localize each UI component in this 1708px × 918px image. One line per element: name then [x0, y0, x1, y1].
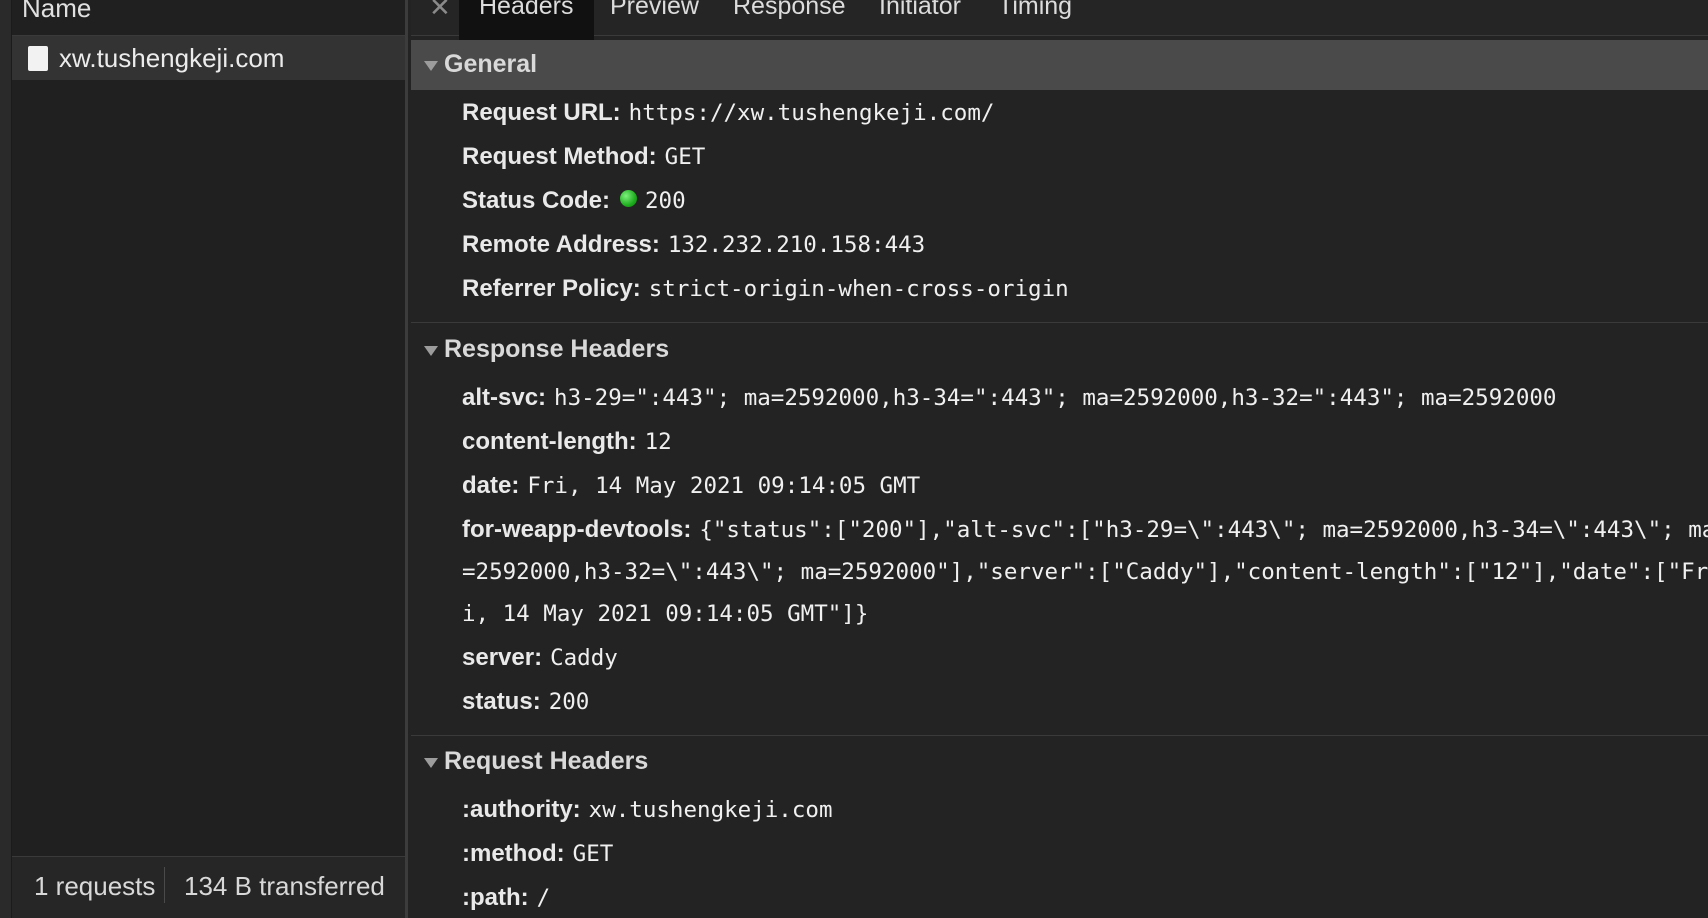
- header-key: for-weapp-devtools:: [462, 516, 692, 543]
- network-summary-bar: 1 requests 134 B transferred: [12, 856, 405, 918]
- header-value: 12: [644, 429, 672, 455]
- details-tab-bar: ✕ Headers Preview Response Initiator Tim…: [411, 0, 1708, 42]
- tab-preview[interactable]: Preview: [610, 0, 699, 21]
- request-header-row: :authority: xw.tushengkeji.com: [462, 795, 833, 825]
- section-divider: [411, 735, 1708, 736]
- tab-headers-label: Headers: [479, 0, 574, 20]
- header-key: Request Method:: [462, 143, 657, 170]
- tab-timing[interactable]: Timing: [998, 0, 1072, 21]
- header-key: :authority:: [462, 796, 581, 823]
- section-title: Request Headers: [444, 747, 649, 775]
- response-header-row: server: Caddy: [462, 643, 618, 673]
- general-row: Request Method: GET: [462, 142, 705, 172]
- tab-initiator[interactable]: Initiator: [879, 0, 961, 21]
- request-details-pane: ✕ Headers Preview Response Initiator Tim…: [411, 0, 1708, 918]
- general-row: Status Code: 200: [462, 186, 686, 216]
- expand-triangle-icon: [424, 758, 438, 768]
- section-title: Response Headers: [444, 335, 670, 363]
- general-row: Remote Address: 132.232.210.158:443: [462, 230, 925, 260]
- header-key: alt-svc:: [462, 384, 547, 411]
- header-key: Request URL:: [462, 99, 621, 126]
- section-divider: [411, 322, 1708, 323]
- document-icon: [28, 46, 48, 71]
- tab-headers[interactable]: Headers: [459, 0, 594, 42]
- response-header-row: alt-svc: h3-29=":443"; ma=2592000,h3-34="…: [462, 383, 1556, 413]
- expand-triangle-icon: [424, 61, 438, 71]
- response-header-row: for-weapp-devtools: {"status":["200"],"al…: [462, 515, 1708, 545]
- header-key: status:: [462, 688, 541, 715]
- window-left-edge: [0, 0, 12, 918]
- expand-triangle-icon: [424, 346, 438, 356]
- response-headers-section-header[interactable]: Response Headers: [411, 325, 1708, 375]
- header-key: :method:: [462, 840, 565, 867]
- header-value-continuation: =2592000,h3-32=\":443\"; ma=2592000"],"s…: [462, 559, 1708, 585]
- transferred-size: 134 B transferred: [184, 871, 385, 901]
- header-value: GET: [664, 144, 706, 170]
- header-value: h3-29=":443"; ma=2592000,h3-34=":443"; m…: [554, 385, 1557, 411]
- status-ok-icon: [620, 190, 638, 207]
- request-list-pane: Name xw.tushengkeji.com 1 requests 134 B…: [12, 0, 408, 918]
- response-header-row: status: 200: [462, 687, 589, 717]
- header-value: strict-origin-when-cross-origin: [648, 276, 1069, 302]
- header-value: 132.232.210.158:443: [667, 232, 926, 258]
- header-value: /: [536, 885, 551, 911]
- header-key: date:: [462, 472, 520, 499]
- name-column-header[interactable]: Name: [12, 0, 405, 36]
- request-name: xw.tushengkeji.com: [59, 43, 285, 73]
- header-value: xw.tushengkeji.com: [588, 797, 833, 823]
- header-key: server:: [462, 644, 543, 671]
- tab-response[interactable]: Response: [733, 0, 846, 21]
- header-key: Referrer Policy:: [462, 275, 641, 302]
- header-value: Fri, 14 May 2021 09:14:05 GMT: [527, 473, 921, 499]
- header-key: :path:: [462, 884, 529, 911]
- request-header-row: :path: /: [462, 883, 550, 913]
- request-count: 1 requests: [34, 871, 156, 901]
- header-key: Status Code:: [462, 187, 611, 214]
- summary-divider: [164, 867, 165, 903]
- section-title: General: [444, 50, 538, 78]
- general-section-header[interactable]: General: [411, 40, 1708, 90]
- response-header-row: content-length: 12: [462, 427, 672, 457]
- request-headers-section-header[interactable]: Request Headers: [411, 737, 1708, 787]
- response-header-row: date: Fri, 14 May 2021 09:14:05 GMT: [462, 471, 920, 501]
- header-key: Remote Address:: [462, 231, 660, 258]
- close-icon[interactable]: ✕: [429, 0, 451, 23]
- header-value: {"status":["200"],"alt-svc":["h3-29=\":4…: [699, 517, 1708, 543]
- header-key: content-length:: [462, 428, 637, 455]
- request-row[interactable]: xw.tushengkeji.com: [12, 36, 405, 80]
- header-value: Caddy: [550, 645, 618, 671]
- name-column-label: Name: [22, 0, 92, 23]
- header-value: https://xw.tushengkeji.com/: [628, 100, 995, 126]
- request-header-row: :method: GET: [462, 839, 613, 869]
- header-value: 200: [645, 188, 686, 214]
- header-value: GET: [572, 841, 614, 867]
- header-value: 200: [548, 689, 590, 715]
- header-value-continuation: i, 14 May 2021 09:14:05 GMT"]}: [462, 601, 869, 627]
- general-row: Referrer Policy: strict-origin-when-cross…: [462, 274, 1069, 304]
- general-row: Request URL: https://xw.tushengkeji.com/: [462, 98, 994, 128]
